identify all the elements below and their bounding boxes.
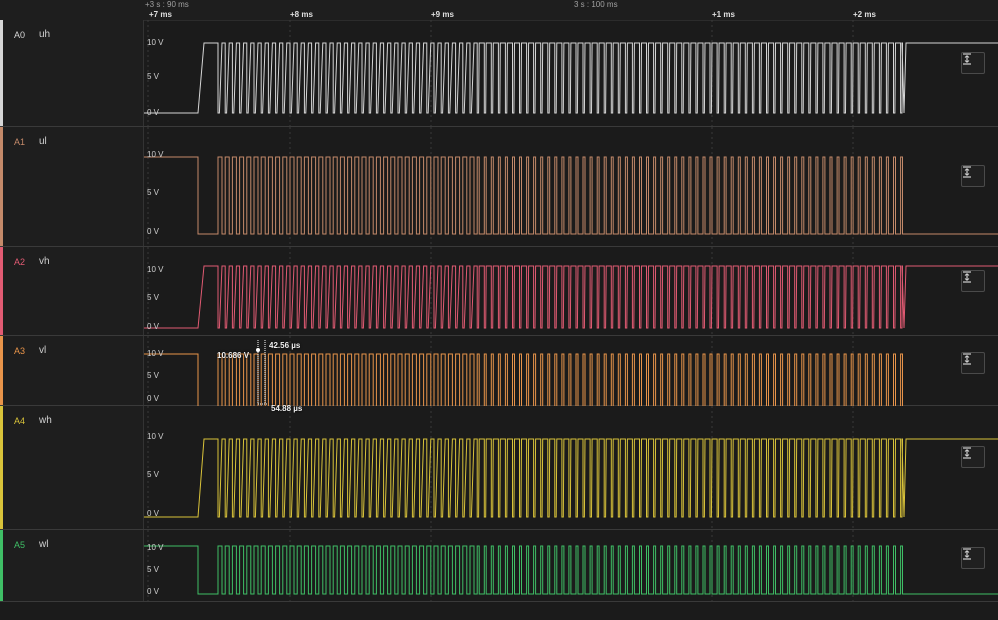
vertical-fit-icon bbox=[963, 53, 971, 65]
channel-header[interactable]: A0 uh bbox=[3, 20, 144, 126]
ruler-group-label: 3 s : 100 ms bbox=[574, 0, 618, 9]
y-axis-label: 0 V bbox=[147, 322, 160, 331]
vertical-fit-button[interactable] bbox=[961, 352, 985, 374]
vertical-fit-button[interactable] bbox=[961, 547, 985, 569]
y-axis-label: 5 V bbox=[147, 72, 160, 81]
y-axis-label: 5 V bbox=[147, 470, 160, 479]
channel-row-ul[interactable]: A1 ul 10 V 5 V 0 V bbox=[0, 127, 998, 247]
channel-header[interactable]: A5 wl bbox=[3, 530, 144, 601]
y-axis-label: 10 V bbox=[147, 349, 164, 358]
waveform-svg: 10 V 5 V 0 V bbox=[144, 406, 998, 530]
measurement-period: 54.88 µs bbox=[271, 404, 303, 413]
y-axis-label: 5 V bbox=[147, 188, 160, 197]
measurement-voltage: 10.686 V bbox=[217, 351, 250, 360]
waveform-trace-uh bbox=[144, 42, 998, 114]
channel-id: A2 bbox=[14, 257, 26, 267]
channel-plot[interactable]: 10 V 5 V 0 V bbox=[144, 20, 998, 127]
vertical-fit-icon bbox=[963, 447, 971, 459]
y-axis-label: 5 V bbox=[147, 293, 160, 302]
channel-header[interactable]: A1 ul bbox=[3, 127, 144, 246]
vertical-fit-icon bbox=[963, 166, 971, 178]
channel-id: A1 bbox=[14, 137, 26, 147]
ruler-tick-label: +1 ms bbox=[712, 10, 735, 19]
vertical-fit-icon bbox=[963, 548, 971, 560]
ruler-tick-label: +2 ms bbox=[853, 10, 876, 19]
ruler-tick-label: +8 ms bbox=[290, 10, 313, 19]
waveform-svg: 10 V 5 V 0 V bbox=[144, 127, 998, 247]
y-axis-label: 5 V bbox=[147, 371, 160, 380]
channel-name: wh bbox=[39, 415, 52, 426]
channel-plot[interactable]: 10 V 5 V 0 V bbox=[144, 406, 998, 530]
channel-name: ul bbox=[39, 136, 47, 147]
channel-id: A5 bbox=[14, 540, 26, 550]
ruler-group-label: +3 s : 90 ms bbox=[145, 0, 189, 9]
waveform-trace-vl bbox=[144, 353, 903, 406]
y-axis-label: 10 V bbox=[147, 38, 164, 47]
waveform-trace-wh bbox=[144, 438, 998, 518]
ruler-tick-label: +7 ms bbox=[149, 10, 172, 19]
y-axis-label: 0 V bbox=[147, 227, 160, 236]
channel-name: wl bbox=[39, 539, 49, 550]
y-axis-label: 10 V bbox=[147, 265, 164, 274]
vertical-fit-button[interactable] bbox=[961, 270, 985, 292]
channel-row-wl[interactable]: A5 wl 10 V 5 V 0 V bbox=[0, 530, 998, 602]
channel-row-vh[interactable]: A2 vh 10 V 5 V 0 V bbox=[0, 247, 998, 336]
channel-row-vl[interactable]: A3 vl 10 V 5 V 0 V bbox=[0, 336, 998, 406]
channel-id: A0 bbox=[14, 30, 26, 40]
waveform-svg: 10 V 5 V 0 V bbox=[144, 247, 998, 336]
y-axis-label: 5 V bbox=[147, 565, 160, 574]
channel-row-uh[interactable]: A0 uh 10 V 5 V 0 V bbox=[0, 20, 998, 127]
measurement-pulse-width: 42.56 µs bbox=[269, 341, 301, 350]
y-axis-label: 0 V bbox=[147, 587, 160, 596]
channel-id: A3 bbox=[14, 346, 26, 356]
channel-header[interactable]: A2 vh bbox=[3, 247, 144, 335]
channel-header[interactable]: A3 vl bbox=[3, 336, 144, 405]
channel-name: vh bbox=[39, 256, 50, 267]
vertical-fit-button[interactable] bbox=[961, 165, 985, 187]
channel-name: uh bbox=[39, 29, 51, 40]
y-axis-label: 0 V bbox=[147, 509, 160, 518]
vertical-fit-button[interactable] bbox=[961, 52, 985, 74]
channel-plot[interactable]: 10 V 5 V 0 V bbox=[144, 530, 998, 602]
waveform-trace-vh bbox=[144, 265, 998, 329]
waveform-svg: 10 V 5 V 0 V bbox=[144, 530, 998, 602]
y-axis-label: 0 V bbox=[147, 108, 160, 117]
waveform-trace-wl bbox=[144, 545, 998, 595]
y-axis-label: 10 V bbox=[147, 543, 164, 552]
y-axis-label: 10 V bbox=[147, 432, 164, 441]
y-axis-label: 0 V bbox=[147, 394, 160, 403]
channel-name: vl bbox=[39, 345, 47, 356]
channel-plot[interactable]: 10 V 5 V 0 V bbox=[144, 247, 998, 336]
channel-id: A4 bbox=[14, 416, 26, 426]
channel-plot[interactable]: 10 V 5 V 0 V bbox=[144, 127, 998, 247]
channel-header[interactable]: A4 wh bbox=[3, 406, 144, 529]
channel-row-wh[interactable]: A4 wh 10 V 5 V 0 V bbox=[0, 406, 998, 530]
vertical-fit-icon bbox=[963, 271, 971, 283]
time-ruler[interactable]: +3 s : 90 ms 3 s : 100 ms +7 ms +8 ms +9… bbox=[0, 0, 998, 21]
waveform-trace-ul bbox=[144, 156, 998, 235]
waveform-svg: 10 V 5 V 0 V bbox=[144, 20, 998, 127]
vertical-fit-button[interactable] bbox=[961, 446, 985, 468]
vertical-fit-icon bbox=[963, 353, 971, 365]
y-axis-label: 10 V bbox=[147, 150, 164, 159]
ruler-tick-label: +9 ms bbox=[431, 10, 454, 19]
